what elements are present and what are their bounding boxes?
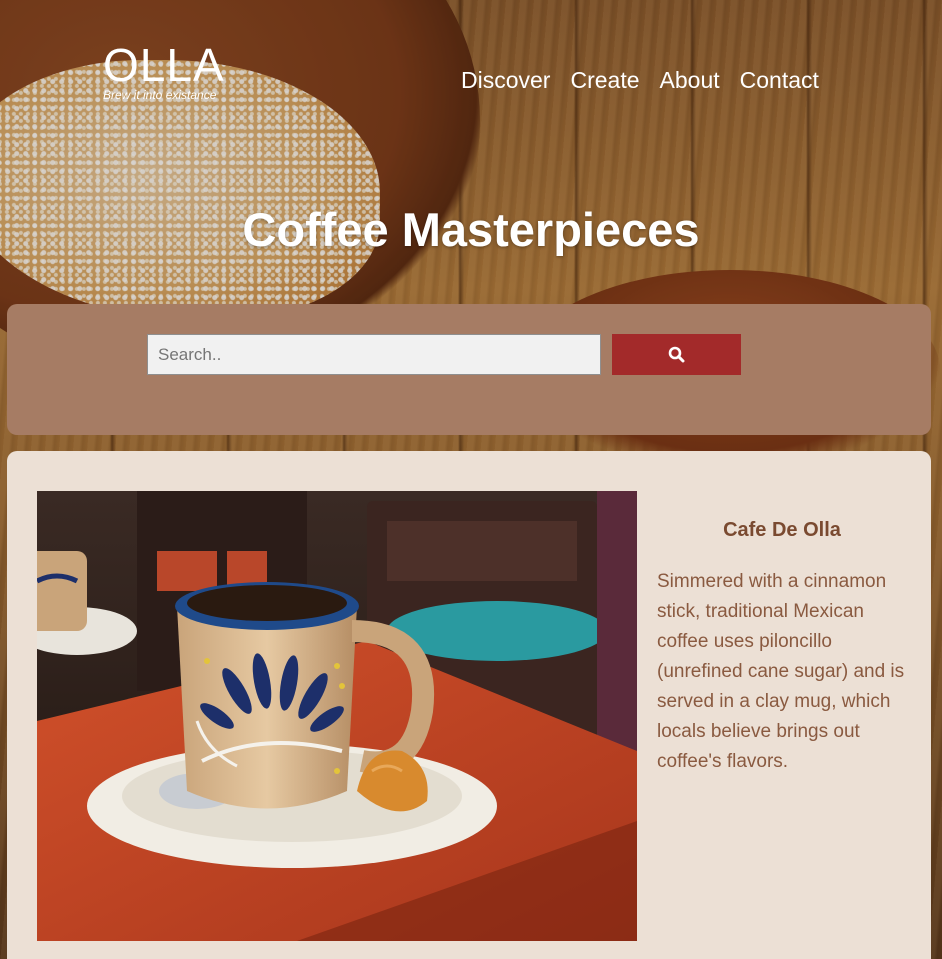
search-icon (668, 346, 685, 363)
nav-link-contact[interactable]: Contact (740, 66, 819, 94)
search-button[interactable] (612, 334, 741, 375)
featured-coffee-card: Cafe De Olla Simmered with a cinnamon st… (7, 451, 931, 959)
nav-link-about[interactable]: About (660, 66, 720, 94)
hero-title: Coffee Masterpieces (242, 203, 700, 256)
cafe-de-olla-photo (37, 491, 637, 941)
brand-tagline: Brew it into existance (103, 88, 217, 102)
nav-link-create[interactable]: Create (570, 66, 639, 94)
brand-name: OLLA (103, 39, 225, 91)
main-nav: Discover Create About Contact (461, 66, 819, 94)
featured-coffee-title: Cafe De Olla (723, 519, 841, 541)
brand-logo[interactable]: OLLA Brew it into existance (103, 40, 225, 102)
featured-coffee-description: Simmered with a cinnamon stick, traditio… (657, 571, 905, 772)
search-input[interactable] (147, 334, 601, 375)
page: OLLA Brew it into existance Discover Cre… (0, 0, 942, 959)
nav-link-discover[interactable]: Discover (461, 66, 550, 94)
search-panel (7, 304, 931, 435)
